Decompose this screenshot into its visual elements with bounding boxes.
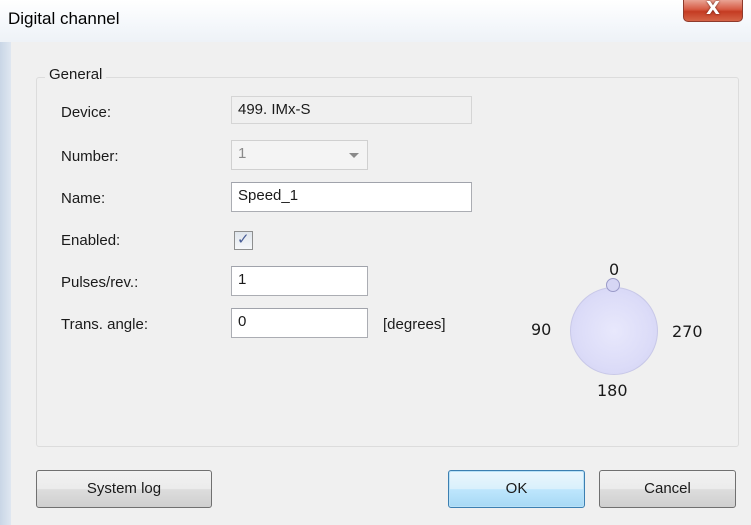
window-title: Digital channel — [8, 9, 120, 28]
angle-label: Trans. angle: — [61, 316, 148, 333]
general-group-legend: General — [45, 66, 107, 83]
digital-channel-dialog: Digital channel X General Device: 499. I… — [0, 0, 751, 525]
angle-dial-handle[interactable] — [606, 278, 620, 292]
general-groupbox — [36, 77, 739, 447]
cancel-button[interactable]: Cancel — [599, 470, 736, 508]
window-frame-edge — [0, 42, 11, 525]
name-input[interactable]: Speed_1 — [231, 182, 472, 212]
device-field: 499. IMx-S — [231, 96, 472, 124]
checkmark-icon: ✓ — [237, 230, 250, 248]
dial-label-90: 90 — [531, 320, 552, 339]
number-select[interactable]: 1 — [231, 140, 368, 170]
angle-dial[interactable] — [570, 287, 658, 375]
device-label: Device: — [61, 104, 112, 121]
dial-label-180: 180 — [597, 381, 628, 400]
pulses-input[interactable]: 1 — [231, 266, 368, 296]
enabled-checkbox[interactable]: ✓ — [234, 230, 253, 250]
dial-label-0: 0 — [609, 260, 620, 279]
ok-button[interactable]: OK — [448, 470, 585, 508]
close-button[interactable]: X — [683, 0, 743, 22]
pulses-label: Pulses/rev.: — [61, 274, 139, 291]
device-value: 499. IMx-S — [238, 101, 311, 118]
enabled-label: Enabled: — [61, 232, 121, 249]
angle-unit-label: [degrees] — [383, 316, 446, 333]
close-icon: X — [706, 0, 720, 19]
name-value: Speed_1 — [238, 187, 299, 204]
angle-value: 0 — [238, 313, 247, 330]
title-bar[interactable]: Digital channel X — [0, 0, 751, 43]
number-value: 1 — [238, 145, 247, 162]
dial-label-270: 270 — [672, 322, 703, 341]
pulses-value: 1 — [238, 271, 247, 288]
chevron-down-icon — [349, 153, 359, 158]
angle-input[interactable]: 0 — [231, 308, 368, 338]
number-label: Number: — [61, 148, 119, 165]
name-label: Name: — [61, 190, 106, 207]
system-log-button[interactable]: System log — [36, 470, 212, 508]
